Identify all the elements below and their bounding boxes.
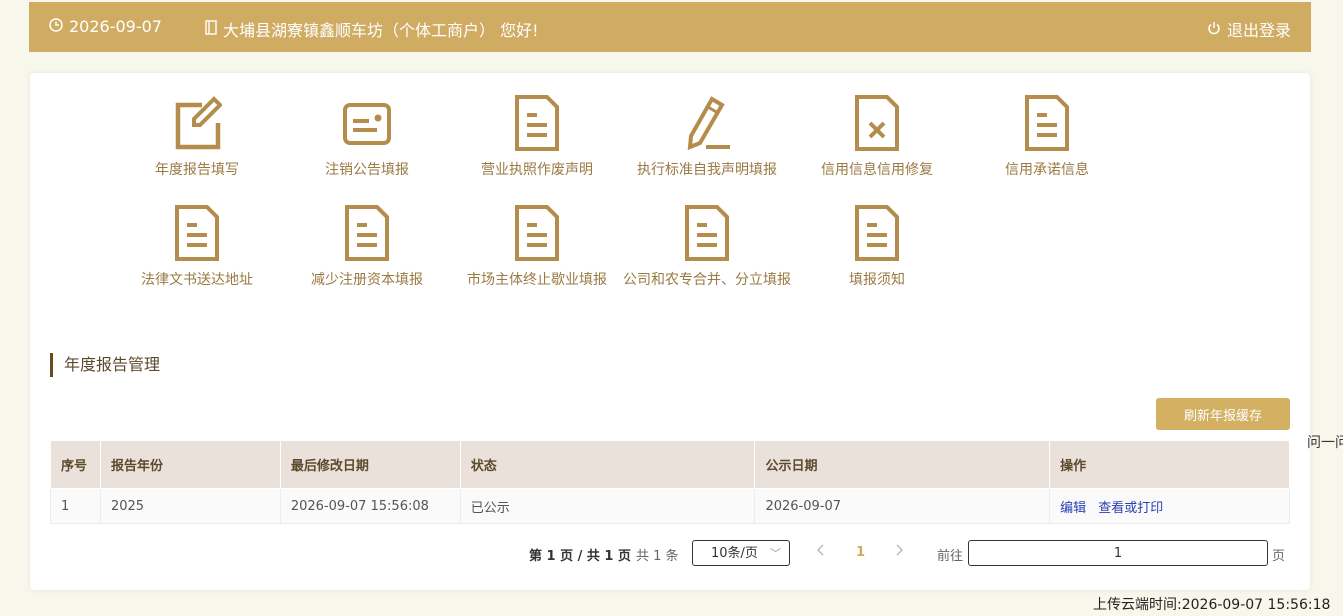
logout-button[interactable]: 退出登录 — [1207, 17, 1291, 41]
menu-label: 营业执照作废声明 — [481, 162, 593, 178]
power-icon — [1207, 20, 1221, 39]
page-number-current[interactable]: 1 — [856, 545, 865, 560]
cell-publish-date: 2026-09-07 — [754, 488, 1051, 524]
document-icon — [1022, 95, 1072, 151]
menu-filing-notes[interactable]: 填报须知 — [792, 205, 962, 289]
menu-label: 填报须知 — [849, 272, 905, 288]
main-panel: 年度报告填写 注销公告填报 营业执照作废声明 执行标准自我声明填报 信用信息信用… — [30, 73, 1310, 590]
menu-standard-declaration[interactable]: 执行标准自我声明填报 — [622, 95, 792, 179]
clock-icon — [49, 17, 63, 36]
menu-label: 信用承诺信息 — [1005, 162, 1089, 178]
table-header-row: 序号 报告年份 最后修改日期 状态 公示日期 操作 — [50, 440, 1290, 489]
col-header-index: 序号 — [50, 440, 101, 489]
door-icon — [205, 19, 217, 39]
col-header-actions: 操作 — [1049, 440, 1290, 489]
goto-page-input[interactable] — [968, 540, 1268, 566]
header-greeting-text: 大埔县湖寮镇鑫顺车坊（个体工商户） 您好! — [223, 21, 539, 40]
header-date-text: 2026-09-07 — [69, 17, 162, 36]
menu-label: 减少注册资本填报 — [311, 272, 423, 288]
next-page-icon[interactable] — [894, 543, 904, 561]
pagination: 第 1 页 / 共 1 页 共 1 条 10条/页 ﹀ 1 前往 页 — [30, 540, 1310, 568]
cell-status: 已公示 — [459, 488, 756, 524]
upload-time: 上传云端时间:2026-09-07 15:56:18 — [1093, 597, 1331, 613]
menu-credit-promise[interactable]: 信用承诺信息 — [962, 95, 1132, 179]
header-greeting: 大埔县湖寮镇鑫顺车坊（个体工商户） 您好! — [205, 17, 539, 41]
menu-label: 年度报告填写 — [155, 162, 239, 178]
edit-icon — [172, 95, 223, 151]
document-icon — [852, 205, 902, 261]
prev-page-icon[interactable] — [816, 543, 826, 561]
menu-annual-report[interactable]: 年度报告填写 — [112, 95, 282, 179]
menu-credit-repair[interactable]: 信用信息信用修复 — [792, 95, 962, 179]
col-header-modified: 最后修改日期 — [279, 440, 461, 489]
table-row: 1 2025 2026-09-07 15:56:08 已公示 2026-09-0… — [50, 488, 1290, 524]
menu-label: 市场主体终止歇业填报 — [467, 272, 607, 288]
menu-label: 法律文书送达地址 — [141, 272, 253, 288]
cell-actions: 编辑 查看或打印 — [1049, 488, 1290, 524]
section-title: 年度报告管理 — [50, 353, 160, 377]
menu-license-void[interactable]: 营业执照作废声明 — [452, 95, 622, 179]
goto-label: 前往 — [937, 549, 964, 564]
document-icon — [172, 205, 222, 261]
menu-label: 注销公告填报 — [325, 162, 409, 178]
edit-link[interactable]: 编辑 — [1060, 501, 1086, 516]
total-count: 共 1 条 — [636, 549, 679, 564]
document-icon — [342, 205, 392, 261]
col-header-publish-date: 公示日期 — [754, 440, 1051, 489]
help-widget[interactable]: 问一问 — [1307, 432, 1343, 452]
page-info: 第 1 页 / 共 1 页 — [529, 549, 631, 564]
document-icon — [682, 205, 732, 261]
refresh-cache-button[interactable]: 刷新年报缓存 — [1156, 398, 1290, 430]
document-icon — [512, 205, 562, 261]
pencil-icon — [682, 95, 732, 151]
page-unit-label: 页 — [1272, 549, 1286, 564]
menu-label: 信用信息信用修复 — [821, 162, 933, 178]
annual-report-table: 序号 报告年份 最后修改日期 状态 公示日期 操作 1 2025 2026-09… — [50, 440, 1290, 524]
cell-year: 2025 — [99, 488, 281, 524]
menu-capital-reduction[interactable]: 减少注册资本填报 — [282, 205, 452, 289]
page-size-select[interactable]: 10条/页 ﹀ — [692, 540, 790, 566]
document-x-icon — [852, 95, 902, 151]
cell-index: 1 — [50, 488, 101, 524]
page-size-value: 10条/页 — [711, 546, 758, 561]
logout-label: 退出登录 — [1226, 21, 1291, 40]
document-icon — [512, 95, 562, 151]
menu-business-termination[interactable]: 市场主体终止歇业填报 — [452, 205, 622, 289]
menu-merger-split[interactable]: 公司和农专合并、分立填报 — [622, 205, 792, 289]
col-header-status: 状态 — [459, 440, 756, 489]
menu-legal-address[interactable]: 法律文书送达地址 — [112, 205, 282, 289]
header-date: 2026-09-07 — [49, 17, 162, 36]
view-print-link[interactable]: 查看或打印 — [1098, 501, 1163, 516]
cell-modified: 2026-09-07 15:56:08 — [279, 488, 461, 524]
menu-label: 执行标准自我声明填报 — [637, 162, 777, 178]
menu-label: 公司和农专合并、分立填报 — [623, 272, 791, 288]
col-header-year: 报告年份 — [99, 440, 281, 489]
top-header: 2026-09-07 大埔县湖寮镇鑫顺车坊（个体工商户） 您好! 退出登录 — [29, 2, 1311, 52]
id-card-icon — [342, 95, 392, 151]
menu-cancel-notice[interactable]: 注销公告填报 — [282, 95, 452, 179]
chevron-down-icon: ﹀ — [770, 547, 781, 560]
